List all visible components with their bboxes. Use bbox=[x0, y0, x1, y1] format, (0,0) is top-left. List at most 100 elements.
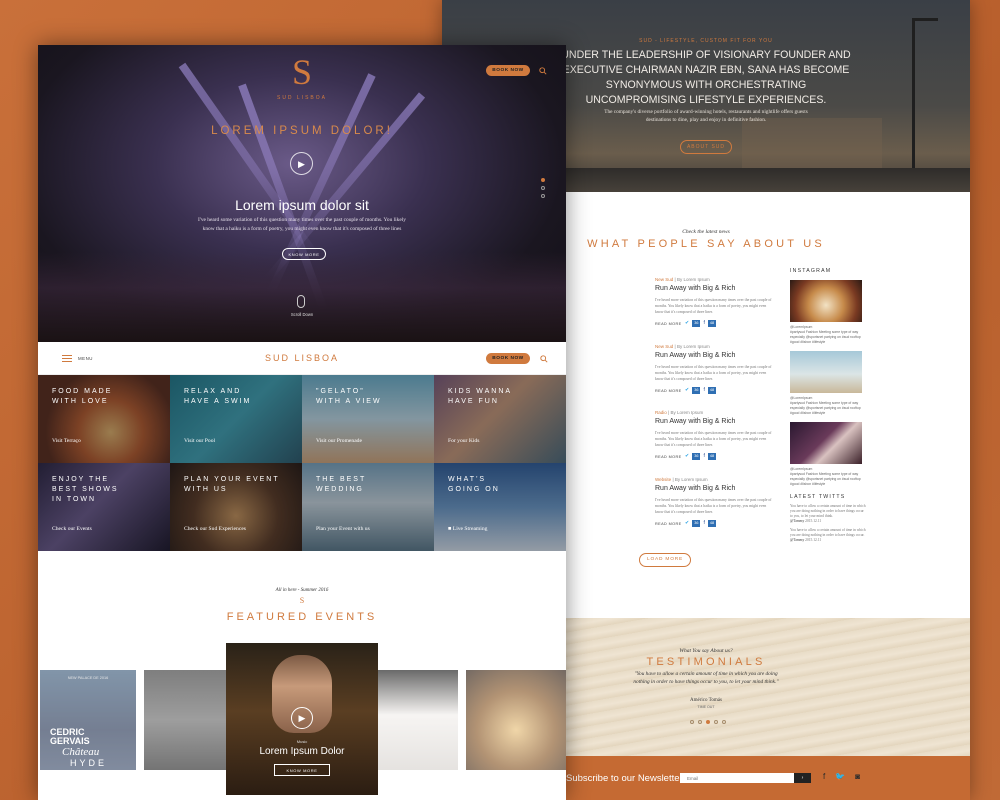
tile-wedding[interactable]: THE BEST WEDDING Plan your Event with us bbox=[302, 463, 434, 551]
tile-link[interactable]: Visit Terraço bbox=[52, 438, 81, 444]
tile-title-line: WEDDING bbox=[316, 486, 364, 493]
featured-know-more-button[interactable]: KNOW MORE bbox=[274, 764, 330, 776]
pagination-dot[interactable] bbox=[714, 720, 718, 724]
search-icon[interactable] bbox=[539, 67, 547, 75]
about-sud-button[interactable]: ABOUT SUD bbox=[680, 140, 732, 154]
instagram-photo[interactable] bbox=[790, 351, 862, 393]
scroll-down-label[interactable]: Scroll Down bbox=[38, 312, 566, 317]
facebook-icon[interactable]: f bbox=[823, 772, 825, 781]
tile-link[interactable]: Visit our Promenade bbox=[316, 438, 362, 444]
tile-title: ENJOY THE BEST SHOWS IN TOWN bbox=[52, 475, 119, 505]
pagination-dot-active[interactable] bbox=[706, 720, 710, 724]
tile-link[interactable]: Check our Sud Experiences bbox=[184, 526, 246, 532]
tile-link[interactable]: Plan your Event with us bbox=[316, 526, 370, 532]
read-more-link[interactable]: READ MORE bbox=[655, 455, 682, 459]
newsletter-email-input[interactable] bbox=[680, 773, 794, 783]
facebook-icon[interactable]: f bbox=[703, 387, 704, 394]
news-title[interactable]: Run Away with Big & Rich bbox=[655, 485, 735, 492]
tile-title-line: IN TOWN bbox=[52, 496, 97, 503]
tile-title: WHAT'S GOING ON bbox=[448, 475, 500, 495]
tile-kids[interactable]: KIDS WANNA HAVE FUN For your Kids bbox=[434, 375, 566, 463]
news-category[interactable]: New Sud bbox=[655, 344, 673, 349]
news-category[interactable]: Radio bbox=[655, 410, 667, 415]
tweet-handle[interactable]: @Tammy bbox=[790, 538, 804, 542]
tile-gelato[interactable]: "GELATO" WITH A VIEW Visit our Promenade bbox=[302, 375, 434, 463]
tile-food[interactable]: FOOD MADE WITH LOVE Visit Terraço bbox=[38, 375, 170, 463]
news-title[interactable]: Run Away with Big & Rich bbox=[655, 418, 735, 425]
twitter-icon[interactable]: ✔ bbox=[685, 520, 689, 527]
about-headline: UNDER THE LEADERSHIP OF VISIONARY FOUNDE… bbox=[561, 49, 851, 106]
tile-title-line: RELAX AND bbox=[184, 388, 242, 395]
news-meta: New Sud | By Lorem Ipsum bbox=[655, 344, 710, 349]
know-more-button[interactable]: KNOW MORE bbox=[282, 248, 326, 260]
tweet-text: You have to allow a certain amount of ti… bbox=[790, 528, 866, 537]
instagram-handle[interactable]: @LoremIpsum bbox=[790, 396, 812, 400]
read-more-link[interactable]: READ MORE bbox=[655, 389, 682, 393]
play-video-button[interactable]: ▶ bbox=[291, 707, 313, 729]
pagination-dot[interactable] bbox=[698, 720, 702, 724]
tweets-title: LATEST TWITTS bbox=[790, 494, 846, 500]
event-card-band[interactable] bbox=[144, 670, 226, 770]
tile-link[interactable]: Visit our Pool bbox=[184, 438, 215, 444]
event-card-chef[interactable] bbox=[378, 670, 458, 770]
twitter-icon[interactable]: 🐦 bbox=[835, 772, 845, 781]
tweet-date: 2015.12.11 bbox=[805, 519, 822, 523]
tile-link[interactable]: Check our Events bbox=[52, 526, 92, 532]
sud-logo-mark[interactable]: S bbox=[289, 54, 315, 90]
tile-pool[interactable]: RELAX AND HAVE A SWIM Visit our Pool bbox=[170, 375, 302, 463]
tile-title: THE BEST WEDDING bbox=[316, 475, 366, 495]
tile-live[interactable]: WHAT'S GOING ON ■ Live Streaming bbox=[434, 463, 566, 551]
instagram-photo[interactable] bbox=[790, 280, 862, 322]
news-meta: New Sud | By Lorem Ipsum bbox=[655, 277, 710, 282]
pagination-dot[interactable] bbox=[690, 720, 694, 724]
instagram-icon[interactable]: ◙ bbox=[855, 772, 860, 781]
news-excerpt: I've heard more variation of this questi… bbox=[655, 431, 772, 447]
scroll-mouse-icon[interactable] bbox=[297, 295, 305, 308]
news-share: ✔ 36 f 48 bbox=[685, 453, 717, 460]
event-venue-sub: HYDE bbox=[70, 758, 108, 768]
instagram-caption: @LoremIpsum #partysud Fashion Meeting som… bbox=[790, 396, 866, 416]
event-card-dj[interactable] bbox=[466, 670, 566, 770]
facebook-icon[interactable]: f bbox=[703, 453, 704, 460]
slider-dot-active[interactable] bbox=[541, 178, 545, 182]
hero-kicker: LOREM IPSUM DOLOR! bbox=[211, 125, 393, 137]
news-title[interactable]: Run Away with Big & Rich bbox=[655, 285, 735, 292]
book-now-button[interactable]: BOOK NOW bbox=[486, 65, 530, 76]
tile-plan-event[interactable]: PLAN YOUR EVENT WITH US Check our Sud Expe… bbox=[170, 463, 302, 551]
read-more-link[interactable]: READ MORE bbox=[655, 322, 682, 326]
news-category[interactable]: New Sud bbox=[655, 277, 673, 282]
newsletter-submit-button[interactable]: › bbox=[794, 773, 811, 783]
load-more-button[interactable]: LOAD MORE bbox=[639, 553, 691, 567]
tile-link[interactable]: For your Kids bbox=[448, 438, 479, 444]
twitter-icon[interactable]: ✔ bbox=[685, 320, 689, 327]
instagram-photo[interactable] bbox=[790, 422, 862, 464]
slider-dot[interactable] bbox=[541, 194, 545, 198]
tile-title-line: PLAN YOUR EVENT bbox=[184, 476, 280, 483]
news-meta: Radio | By Lorem Ipsum bbox=[655, 410, 704, 415]
tile-link[interactable]: ■ Live Streaming bbox=[448, 526, 487, 532]
instagram-handle[interactable]: @LoremIpsum bbox=[790, 467, 812, 471]
play-video-button[interactable]: ▶ bbox=[290, 152, 313, 175]
about-kicker: SUD - LIFESTYLE, CUSTOM FIT FOR YOU bbox=[639, 38, 773, 44]
facebook-icon[interactable]: f bbox=[703, 520, 704, 527]
news-share: ✔ 36 f 48 bbox=[685, 387, 717, 394]
facebook-icon[interactable]: f bbox=[703, 320, 704, 327]
news-title[interactable]: Run Away with Big & Rich bbox=[655, 352, 735, 359]
featured-event-card[interactable]: ▶ Music Lorem Ipsum Dolor KNOW MORE bbox=[226, 643, 378, 795]
nav-book-now-button[interactable]: BOOK NOW bbox=[486, 353, 530, 364]
slider-dot[interactable] bbox=[541, 186, 545, 190]
search-icon[interactable] bbox=[540, 355, 548, 363]
news-meta: Website | By Lorem Ipsum bbox=[655, 477, 708, 482]
news-category[interactable]: Website bbox=[655, 477, 671, 482]
sud-logo-text[interactable]: SUD LISBOA bbox=[38, 95, 566, 101]
instagram-handle[interactable]: @LoremIpsum bbox=[790, 325, 812, 329]
tile-shows[interactable]: ENJOY THE BEST SHOWS IN TOWN Check our Even… bbox=[38, 463, 170, 551]
pagination-dot[interactable] bbox=[722, 720, 726, 724]
tweet-handle[interactable]: @Tammy bbox=[790, 519, 804, 523]
about-subtext: The company's diverse portfolio of award… bbox=[604, 109, 808, 123]
twitter-icon[interactable]: ✔ bbox=[685, 453, 689, 460]
featured-event-title: Lorem Ipsum Dolor bbox=[259, 746, 345, 757]
event-card-cedric[interactable]: NEW PALACE DE 2016 CEDRIC GERVAIS Château… bbox=[40, 670, 136, 770]
read-more-link[interactable]: READ MORE bbox=[655, 522, 682, 526]
twitter-icon[interactable]: ✔ bbox=[685, 387, 689, 394]
